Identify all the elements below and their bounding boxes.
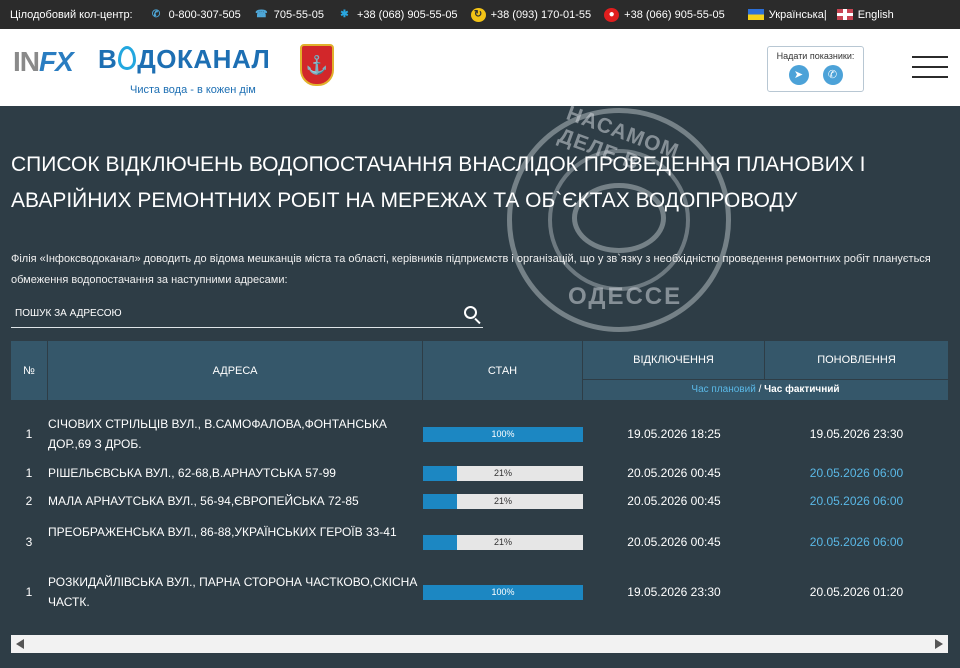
phone-link-hotline[interactable]: ✆ 0-800-307-505	[149, 8, 241, 22]
phone-number: 705-55-05	[273, 8, 324, 21]
phone-link-vodafone[interactable]: ● +38 (066) 905-55-05	[604, 7, 725, 22]
lifecell-icon: ↻	[470, 7, 486, 22]
horizontal-scrollbar[interactable]	[11, 635, 948, 653]
progress-label: 21%	[493, 537, 512, 547]
row-number: 2	[25, 494, 33, 508]
progress-label: 21%	[493, 496, 512, 506]
phone-link-lifecell[interactable]: ↻ +38 (093) 170-01-55	[470, 7, 592, 22]
scroll-left-icon[interactable]	[16, 639, 24, 649]
row-number: 3	[25, 535, 33, 549]
phone-icon: ✆	[151, 8, 161, 20]
row-number: 1	[25, 585, 33, 599]
viber-icon[interactable]: ✆	[822, 65, 843, 85]
table-row: 3 ПРЕОБРАЖЕНСЬКА ВУЛ., 86-88,УКРАЇНСЬКИХ …	[11, 520, 948, 564]
time-actual-label: Час фактичний	[764, 384, 840, 395]
row-number: 1	[25, 427, 33, 441]
row-off-time: 20.05.2026 00:45	[627, 494, 721, 508]
lang-ukrainian[interactable]: Українська |	[747, 8, 827, 21]
table-row: 1 СІЧОВИХ СТРІЛЬЦІВ ВУЛ., В.САМОФАЛОВА,ФО…	[11, 412, 948, 456]
row-off-time: 19.05.2026 18:25	[627, 427, 721, 441]
row-address: РОЗКИДАЙЛІВСЬКА ВУЛ., ПАРНА СТОРОНА ЧАСТ…	[48, 575, 418, 609]
progress-label: 21%	[493, 468, 512, 478]
search-placeholder: Пошук за адресою	[15, 308, 122, 319]
site-header: INFX В ДОКАНАЛ Чиста вода - в кожен дім ⚓…	[0, 29, 960, 106]
page-title: Список відключень водопостачання внаслід…	[11, 153, 866, 212]
water-drop-icon	[118, 46, 137, 70]
row-address: МАЛА АРНАУТСЬКА ВУЛ., 56-94,ЄВРОПЕЙСЬКА …	[48, 494, 359, 508]
row-address: РІШЕЛЬЄВСЬКА ВУЛ., 62-68,В.АРНАУТСЬКА 57…	[48, 466, 336, 480]
time-legend: Час плановий / Час фактичний	[583, 380, 948, 400]
table-row: 1 РІШЕЛЬЄВСЬКА ВУЛ., 62-68,В.АРНАУТСЬКА 5…	[11, 462, 948, 484]
infox-logo[interactable]: INFX	[13, 46, 74, 78]
progress-label: 100%	[491, 429, 515, 439]
top-bar: Цілодобовий кол-центр: ✆ 0-800-307-505 ☎ 7…	[0, 0, 960, 29]
logo-slogan: Чиста вода - в кожен дім	[130, 84, 256, 96]
ukraine-flag-icon	[747, 9, 764, 20]
row-off-time: 20.05.2026 00:45	[627, 535, 721, 549]
col-header-address: Адреса	[48, 341, 422, 400]
kyivstar-icon: ✱	[340, 8, 349, 20]
row-update-time: 19.05.2026 23:30	[809, 427, 904, 441]
row-number: 1	[25, 466, 33, 480]
fax-icon: ☎	[255, 8, 268, 20]
table-row: 1 РОЗКИДАЙЛІВСЬКА ВУЛ., ПАРНА СТОРОНА ЧАС…	[11, 570, 948, 614]
col-header-num: №	[11, 341, 47, 400]
col-header-update: Поновлення	[765, 341, 948, 379]
row-off-time: 20.05.2026 00:45	[627, 466, 721, 480]
address-search-input[interactable]: Пошук за адресою	[11, 304, 483, 328]
phone-link-kyivstar[interactable]: ✱ +38 (068) 905-55-05	[337, 8, 458, 22]
watermark-stamp: НАСАМОМ ДЕЛЕ В ОДЕССЕ	[507, 102, 731, 332]
progress-label: 100%	[491, 587, 515, 597]
progress-bar: 100%	[423, 585, 583, 600]
meter-readings-box: Надати показники: ➤ ✆	[767, 46, 864, 92]
phone-number: +38 (068) 905-55-05	[356, 8, 458, 21]
progress-bar: 21%	[423, 494, 583, 509]
search-icon[interactable]	[464, 306, 477, 319]
phone-number: 0-800-307-505	[168, 8, 241, 21]
row-address: ПРЕОБРАЖЕНСЬКА ВУЛ., 86-88,УКРАЇНСЬКИХ Г…	[48, 525, 397, 539]
hamburger-menu-icon[interactable]	[912, 56, 948, 78]
phone-link-city[interactable]: ☎ 705-55-05	[254, 8, 324, 22]
table-row: 2 МАЛА АРНАУТСЬКА ВУЛ., 56-94,ЄВРОПЕЙСЬКА…	[11, 490, 948, 512]
lang-english[interactable]: English	[836, 8, 894, 21]
row-off-time: 19.05.2026 23:30	[627, 585, 721, 599]
odesa-coat-of-arms: ⚓	[300, 44, 334, 86]
row-address: СІЧОВИХ СТРІЛЬЦІВ ВУЛ., В.САМОФАЛОВА,ФОН…	[48, 417, 387, 451]
row-update-time: 20.05.2026 01:20	[809, 585, 904, 599]
lang-separator: |	[823, 8, 827, 21]
intro-text: Філія «Інфоксводоканал» доводить до відо…	[11, 253, 931, 286]
telegram-icon[interactable]: ➤	[788, 65, 809, 85]
progress-bar: 21%	[423, 466, 583, 481]
callcenter-label: Цілодобовий кол-центр:	[10, 8, 133, 21]
phone-number: +38 (066) 905-55-05	[624, 8, 725, 21]
progress-bar: 100%	[423, 427, 583, 442]
row-update-time: 20.05.2026 06:00	[809, 466, 904, 480]
col-header-state: Стан	[423, 341, 582, 400]
lang-ua-label: Українська	[768, 8, 824, 21]
scroll-right-icon[interactable]	[935, 639, 943, 649]
vodafone-icon: ●	[604, 7, 620, 22]
vodokanal-logo[interactable]: В ДОКАНАЛ	[98, 44, 270, 75]
row-update-time: 20.05.2026 06:00	[809, 535, 904, 549]
phone-number: +38 (093) 170-01-55	[490, 8, 592, 21]
row-update-time: 20.05.2026 06:00	[809, 494, 904, 508]
col-header-off: Відключення	[583, 341, 764, 379]
meter-readings-title: Надати показники:	[776, 51, 855, 61]
uk-flag-icon	[836, 9, 853, 20]
lang-en-label: English	[857, 8, 894, 21]
time-planned-label: Час плановий	[691, 384, 756, 395]
progress-bar: 21%	[423, 535, 583, 550]
